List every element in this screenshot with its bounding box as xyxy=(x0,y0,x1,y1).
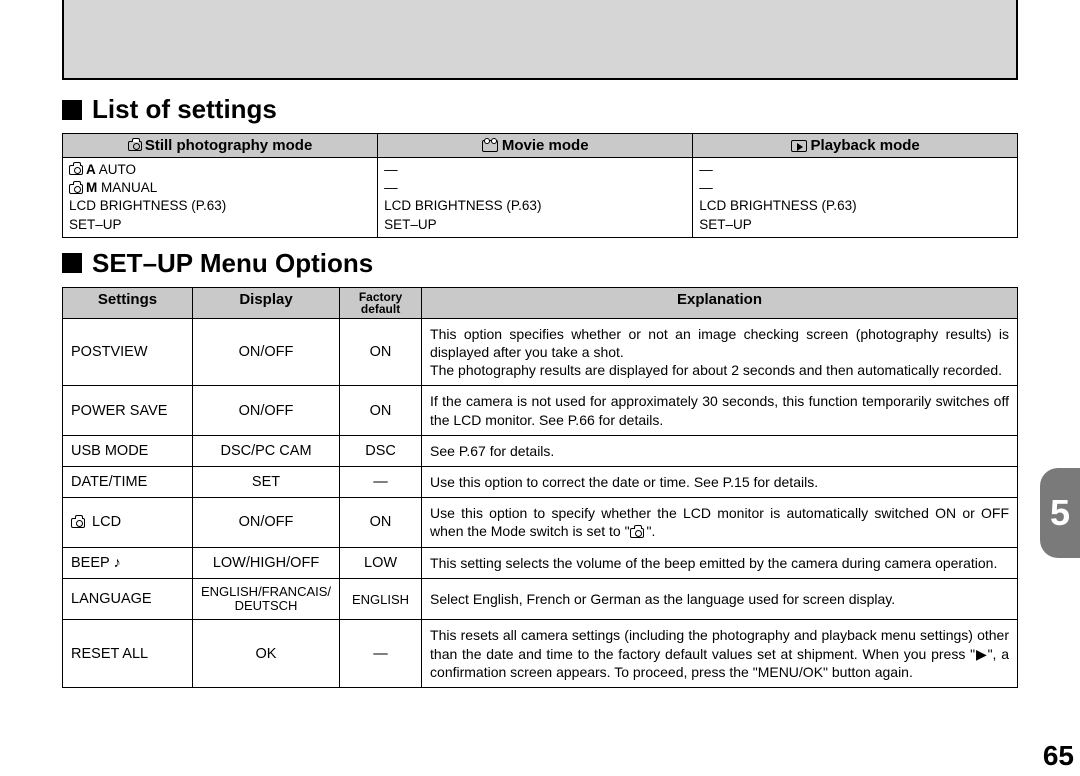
default-cell: ON xyxy=(340,318,422,386)
setting-cell: LCD xyxy=(63,498,193,547)
display-cell: OK xyxy=(193,620,340,688)
display-header: Display xyxy=(193,287,340,318)
still-row-3: SET–UP xyxy=(69,216,371,234)
explanation-cell: This option specifies whether or not an … xyxy=(422,318,1018,386)
explanation-cell: If the camera is not used for approximat… xyxy=(422,386,1018,435)
default-cell: — xyxy=(340,620,422,688)
playback-row-3: SET–UP xyxy=(699,216,1011,234)
explanation-cell: This setting selects the volume of the b… xyxy=(422,547,1018,578)
page-number: 65 xyxy=(1043,740,1074,772)
camera-icon xyxy=(128,141,142,151)
page-content: List of settings Still photography mode … xyxy=(62,88,1018,688)
movie-row-0: — xyxy=(384,161,686,179)
movie-row-1: — xyxy=(384,179,686,197)
setting-cell: POSTVIEW xyxy=(63,318,193,386)
square-bullet-icon xyxy=(62,253,82,273)
explanation-header: Explanation xyxy=(422,287,1018,318)
header-placeholder-box xyxy=(62,0,1018,80)
settings-header: Settings xyxy=(63,287,193,318)
square-bullet-icon xyxy=(62,100,82,120)
section-tab: 5 xyxy=(1040,468,1080,558)
camera-icon xyxy=(71,518,85,528)
setting-cell: USB MODE xyxy=(63,435,193,466)
table-row: USB MODE DSC/PC CAM DSC See P.67 for det… xyxy=(63,435,1018,466)
playback-row-0: — xyxy=(699,161,1011,179)
still-mode-header: Still photography mode xyxy=(145,137,313,154)
display-cell: ON/OFF xyxy=(193,386,340,435)
playback-row-1: — xyxy=(699,179,1011,197)
modes-table: Still photography mode Movie mode Playba… xyxy=(62,133,1018,238)
movie-row-2: LCD BRIGHTNESS (P.63) xyxy=(384,197,686,215)
playback-icon xyxy=(791,140,807,152)
display-cell: SET xyxy=(193,467,340,498)
default-cell: — xyxy=(340,467,422,498)
table-row: LCD ON/OFF ON Use this option to specify… xyxy=(63,498,1018,547)
default-cell: DSC xyxy=(340,435,422,466)
display-cell: ENGLISH/FRANCAIS/DEUTSCH xyxy=(193,578,340,620)
display-cell: DSC/PC CAM xyxy=(193,435,340,466)
camera-icon xyxy=(69,184,83,194)
camera-icon xyxy=(69,165,83,175)
explanation-cell: Select English, French or German as the … xyxy=(422,578,1018,620)
list-of-settings-heading: List of settings xyxy=(62,94,1018,125)
table-row: BEEP ♪ LOW/HIGH/OFF LOW This setting sel… xyxy=(63,547,1018,578)
setting-cell: RESET ALL xyxy=(63,620,193,688)
tab-number: 5 xyxy=(1050,492,1070,534)
explanation-cell: See P.67 for details. xyxy=(422,435,1018,466)
setting-cell: DATE/TIME xyxy=(63,467,193,498)
display-cell: LOW/HIGH/OFF xyxy=(193,547,340,578)
explanation-cell: Use this option to specify whether the L… xyxy=(422,498,1018,547)
still-row-0: AUTO xyxy=(99,162,136,177)
movie-row-3: SET–UP xyxy=(384,216,686,234)
display-cell: ON/OFF xyxy=(193,318,340,386)
setting-cell: POWER SAVE xyxy=(63,386,193,435)
setting-cell: LANGUAGE xyxy=(63,578,193,620)
default-cell: ON xyxy=(340,498,422,547)
setting-cell: BEEP ♪ xyxy=(63,547,193,578)
playback-mode-header: Playback mode xyxy=(811,137,920,154)
explanation-cell: This resets all camera settings (includi… xyxy=(422,620,1018,688)
music-note-icon: ♪ xyxy=(113,555,120,571)
playback-row-2: LCD BRIGHTNESS (P.63) xyxy=(699,197,1011,215)
still-row-1: MANUAL xyxy=(101,180,157,195)
setup-title-text: SET–UP Menu Options xyxy=(92,248,373,279)
table-row: POWER SAVE ON/OFF ON If the camera is no… xyxy=(63,386,1018,435)
setup-menu-heading: SET–UP Menu Options xyxy=(62,248,1018,279)
explanation-cell: Use this option to correct the date or t… xyxy=(422,467,1018,498)
display-cell: ON/OFF xyxy=(193,498,340,547)
default-cell: ON xyxy=(340,386,422,435)
camera-icon xyxy=(630,528,644,538)
table-row: RESET ALL OK — This resets all camera se… xyxy=(63,620,1018,688)
default-header: Factorydefault xyxy=(346,291,415,315)
still-row-2: LCD BRIGHTNESS (P.63) xyxy=(69,197,371,215)
table-row: LANGUAGE ENGLISH/FRANCAIS/DEUTSCH ENGLIS… xyxy=(63,578,1018,620)
default-cell: ENGLISH xyxy=(340,578,422,620)
movie-icon xyxy=(482,140,498,152)
setup-table: Settings Display Factorydefault Explanat… xyxy=(62,287,1018,688)
table-row: POSTVIEW ON/OFF ON This option specifies… xyxy=(63,318,1018,386)
default-cell: LOW xyxy=(340,547,422,578)
list-title-text: List of settings xyxy=(92,94,277,125)
table-row: DATE/TIME SET — Use this option to corre… xyxy=(63,467,1018,498)
movie-mode-header: Movie mode xyxy=(502,137,589,154)
